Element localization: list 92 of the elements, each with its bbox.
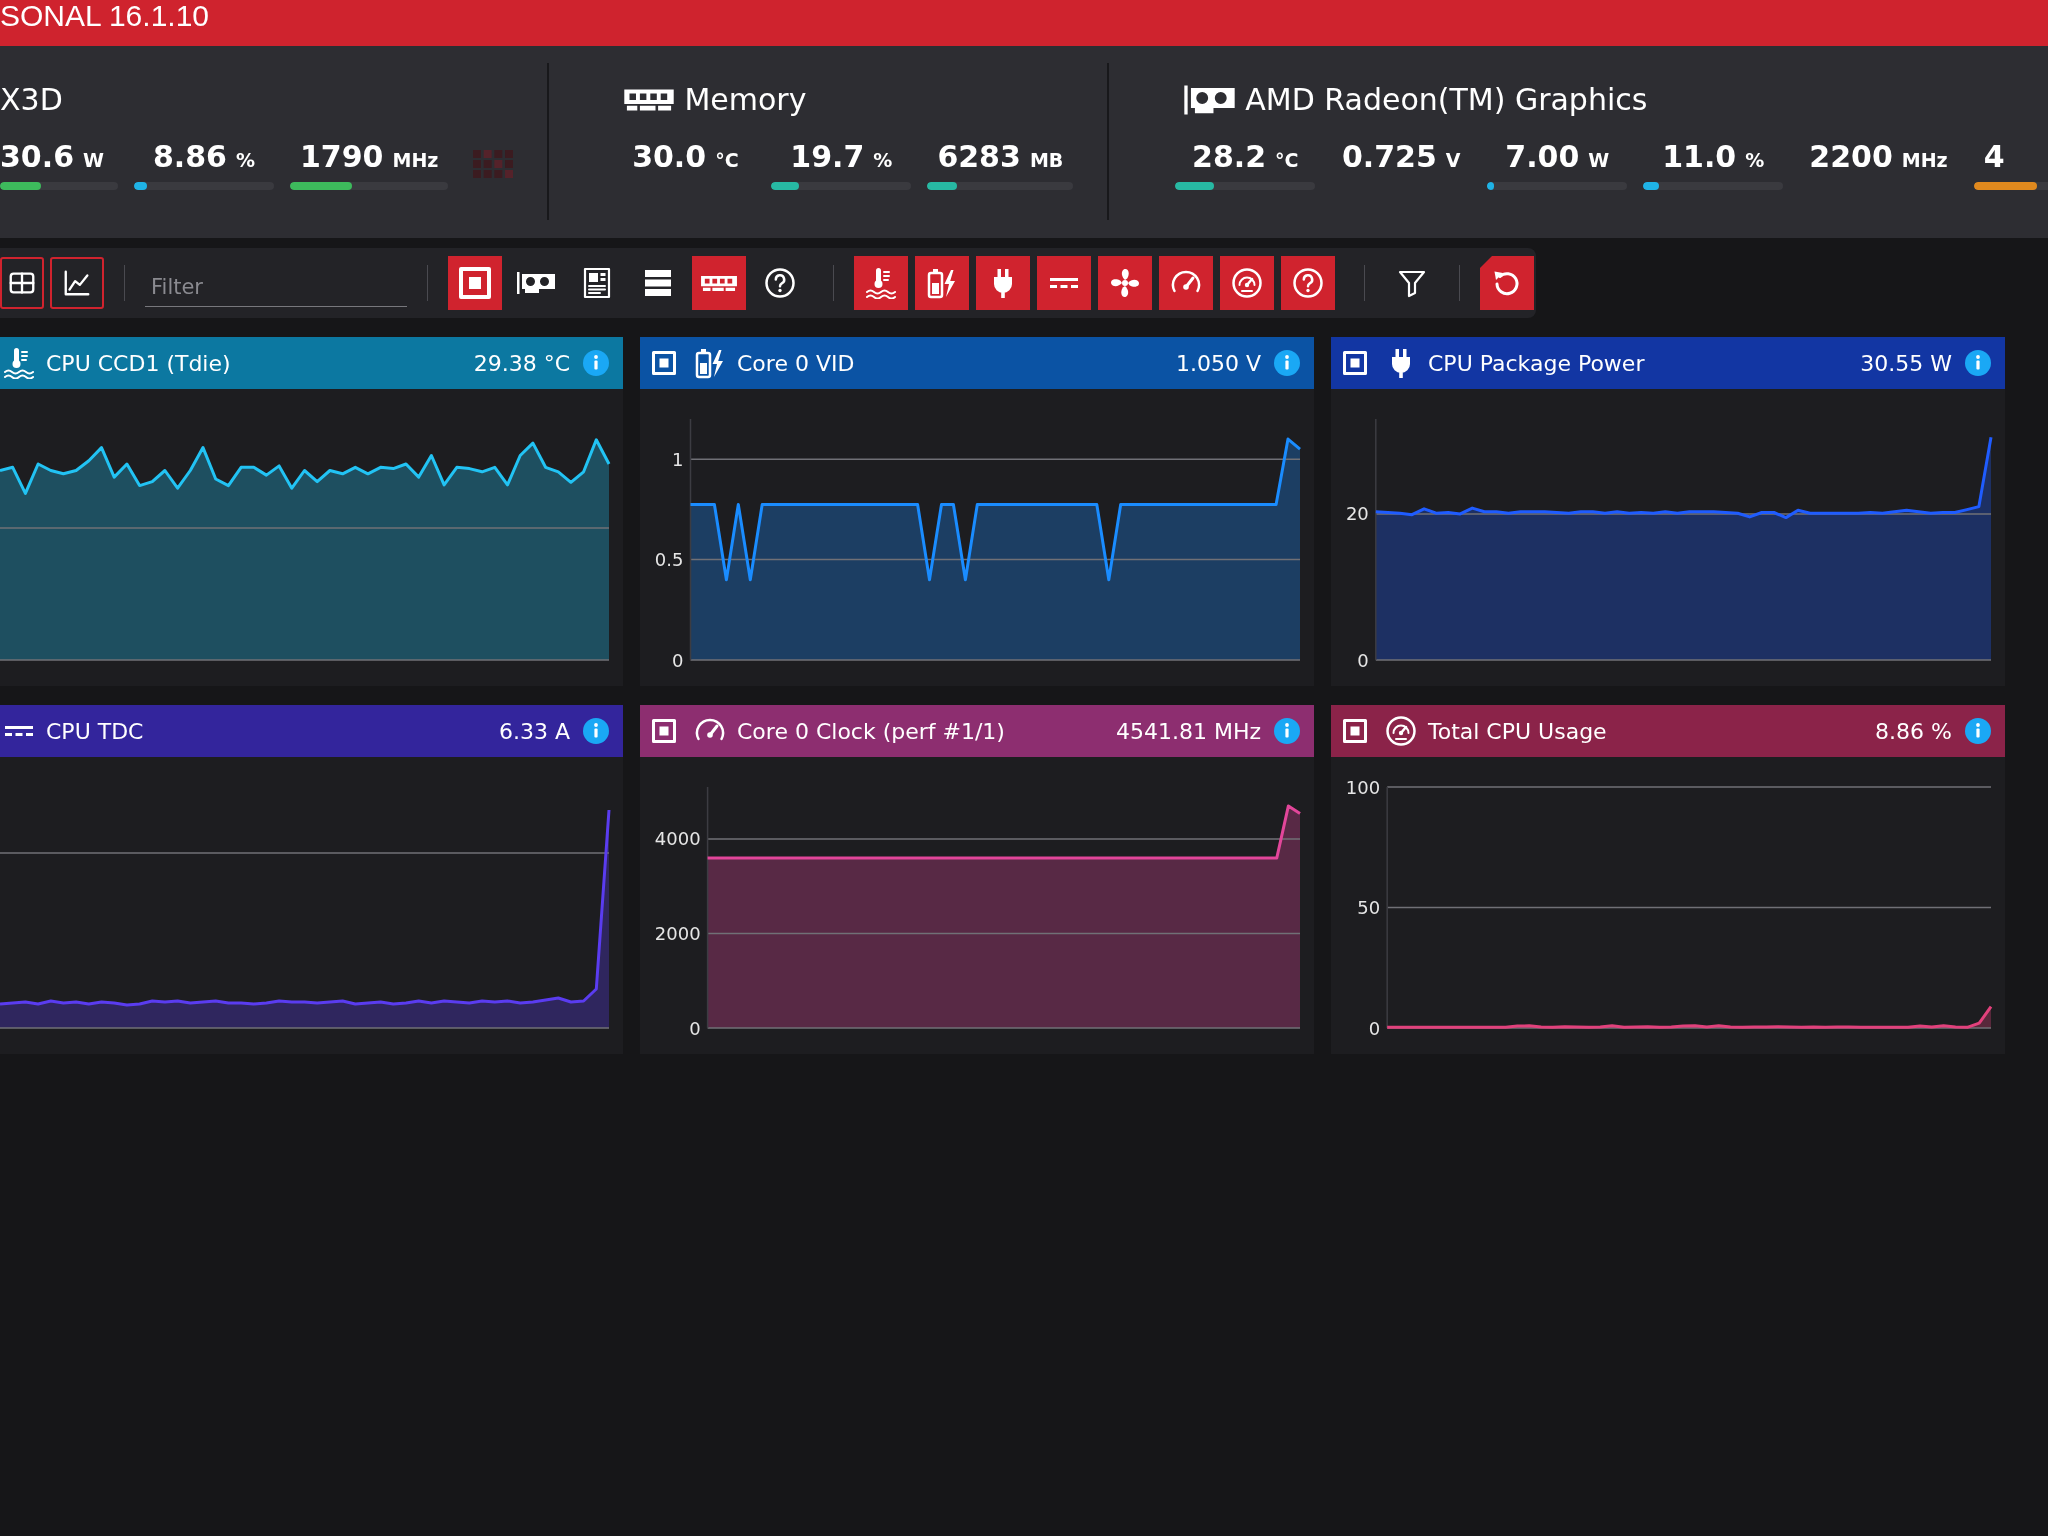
sensor-filter-button[interactable] <box>1159 256 1213 310</box>
sensor-value: 30.55 W <box>1860 350 1952 376</box>
chip-icon <box>652 719 676 743</box>
device-name: Memory <box>684 82 807 118</box>
sensor-value: 8.86 % <box>1875 718 1952 744</box>
reading-unit: % <box>236 149 256 171</box>
sensor-value: 29.38 °C <box>473 350 570 376</box>
reading-value: 11.0 <box>1662 138 1737 176</box>
memory-stick-icon <box>623 88 676 112</box>
sensor-filter-button[interactable] <box>1098 256 1152 310</box>
reading-unit: % <box>873 149 893 171</box>
circuit-board-icon <box>581 267 613 299</box>
reading-value: 1790 <box>300 138 384 176</box>
reading-value: 30.6 <box>0 138 75 176</box>
reading-value: 6283 <box>937 138 1021 176</box>
sensor-filter-button[interactable] <box>976 256 1030 310</box>
info-icon <box>1274 718 1300 744</box>
axis-tick-label: 50 <box>1357 897 1381 918</box>
info-icon <box>583 350 609 376</box>
filter-field[interactable]: Filter <box>145 267 407 307</box>
view-mode-button[interactable] <box>50 257 104 309</box>
axis-tick-label: 2000 <box>654 923 701 944</box>
axis-tick-label: 0 <box>672 649 684 671</box>
dial-icon <box>1385 715 1417 747</box>
reading-value: 30.0 <box>632 138 707 176</box>
reading-unit: MB <box>1029 149 1064 171</box>
reading-value: 8.86 <box>152 138 227 176</box>
reading-value: 19.7 <box>790 138 865 176</box>
view-mode-button[interactable] <box>0 257 44 309</box>
reading-unit: % <box>1745 149 1765 171</box>
battery-bolt-icon <box>694 347 726 379</box>
info-icon <box>1965 718 1991 744</box>
device-name: AMD Radeon(TM) Graphics <box>1245 82 1648 118</box>
graphics-card-icon <box>1183 84 1237 116</box>
thermometer-icon <box>865 267 897 299</box>
dc-current-icon <box>3 723 35 739</box>
device-name: X3D <box>0 82 63 118</box>
chip-icon <box>459 267 491 299</box>
reading-value: 2200 <box>1809 138 1893 176</box>
battery-bolt-icon <box>926 267 958 299</box>
sensor-name: Core 0 VID <box>737 350 855 376</box>
axis-tick-label: 0 <box>1368 1017 1381 1039</box>
fan-icon <box>1109 267 1141 299</box>
reading-unit: MHz <box>1901 149 1948 171</box>
thermometer-icon <box>3 347 35 379</box>
info-icon <box>583 718 609 744</box>
sensor-filter-button[interactable] <box>854 256 908 310</box>
sensor-filter-button[interactable] <box>1220 256 1274 310</box>
app-title: SONAL 16.1.10 <box>0 0 210 32</box>
chip-icon <box>652 351 676 375</box>
reading-unit: V <box>1445 149 1461 171</box>
axis-tick-label: 0 <box>689 1017 701 1039</box>
stacked-drives-icon <box>642 267 674 299</box>
reading-unit: W <box>1588 149 1610 171</box>
sensor-value: 6.33 A <box>498 718 570 744</box>
axis-tick-label: 1 <box>672 448 684 470</box>
reading-value: 28.2 <box>1192 138 1267 176</box>
reading-unit: °C <box>1275 149 1299 171</box>
line-chart-icon <box>62 268 92 298</box>
reading-unit: °C <box>715 149 739 171</box>
axis-tick-label: 0 <box>1357 649 1369 671</box>
reset-button[interactable] <box>1480 256 1534 310</box>
sensor-name: CPU TDC <box>46 718 144 744</box>
sensor-filter-button[interactable] <box>1281 256 1335 310</box>
axis-tick-label: 100 <box>1345 776 1381 798</box>
chip-icon <box>1343 351 1367 375</box>
info-icon <box>1274 350 1300 376</box>
sensor-value: 4541.81 MHz <box>1115 718 1261 744</box>
reading-value: 4 <box>1983 138 2005 176</box>
sensor-value: 1.050 V <box>1175 350 1261 376</box>
reading-unit: MHz <box>392 149 439 171</box>
sensor-filter-button[interactable] <box>1037 256 1091 310</box>
sensor-name: Core 0 Clock (perf #1/1) <box>737 718 1005 744</box>
dial-icon <box>1231 267 1263 299</box>
sensor-name: CPU CCD1 (Tdie) <box>46 350 231 376</box>
help-icon <box>764 267 796 299</box>
sensor-name: Total CPU Usage <box>1428 718 1607 744</box>
sensor-filter-button[interactable] <box>915 256 969 310</box>
reading-value: 0.725 <box>1341 138 1437 176</box>
help-icon <box>1292 267 1324 299</box>
chip-icon <box>1343 719 1367 743</box>
axis-tick-label: 0.5 <box>654 549 684 571</box>
reading-unit: W <box>83 149 104 171</box>
graphics-card-icon <box>516 271 556 295</box>
dc-current-icon <box>1048 275 1080 291</box>
sensor-name: CPU Package Power <box>1428 350 1645 376</box>
axis-tick-label: 4000 <box>654 828 701 850</box>
info-icon <box>1965 350 1991 376</box>
reading-value: 7.00 <box>1505 138 1580 176</box>
square-grid-icon <box>473 150 514 178</box>
memory-stick-icon <box>700 274 738 292</box>
axis-tick-label: 20 <box>1345 503 1369 525</box>
